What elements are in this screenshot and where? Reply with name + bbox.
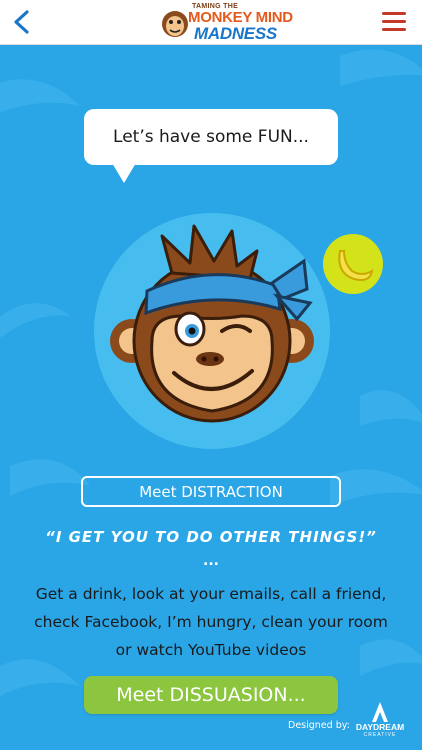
designed-by-label: Designed by:	[288, 720, 350, 731]
brand-subtitle: CREATIVE	[363, 732, 397, 738]
quote-ellipsis: ...	[203, 553, 219, 569]
app-logo: TAMING THE MONKEY MIND MADNESS	[158, 2, 293, 44]
monkey-illustration	[94, 213, 330, 449]
banana-icon	[323, 234, 383, 294]
hamburger-menu-icon	[382, 12, 406, 15]
app-header: TAMING THE MONKEY MIND MADNESS	[0, 0, 422, 45]
meet-distraction-label[interactable]: Meet DISTRACTION	[81, 476, 341, 507]
brand-name: DAYDREAM	[355, 722, 405, 732]
mountain-logo-icon	[372, 702, 388, 722]
meet-dissuasion-button[interactable]: Meet DISSUASION...	[84, 676, 338, 714]
chevron-left-icon	[14, 10, 29, 34]
daydream-logo[interactable]: DAYDREAM CREATIVE	[350, 698, 410, 740]
character-quote: “I GET YOU TO DO OTHER THINGS!”	[45, 528, 377, 546]
menu-button[interactable]	[382, 12, 406, 32]
character-description: Get a drink, look at your emails, call a…	[34, 585, 388, 659]
monkey-logo-icon	[162, 11, 188, 37]
back-button[interactable]	[8, 7, 36, 37]
speech-bubble-tail	[112, 163, 136, 183]
logo-title-line2: MADNESS	[194, 24, 277, 43]
speech-bubble: Let’s have some FUN...	[84, 109, 338, 165]
